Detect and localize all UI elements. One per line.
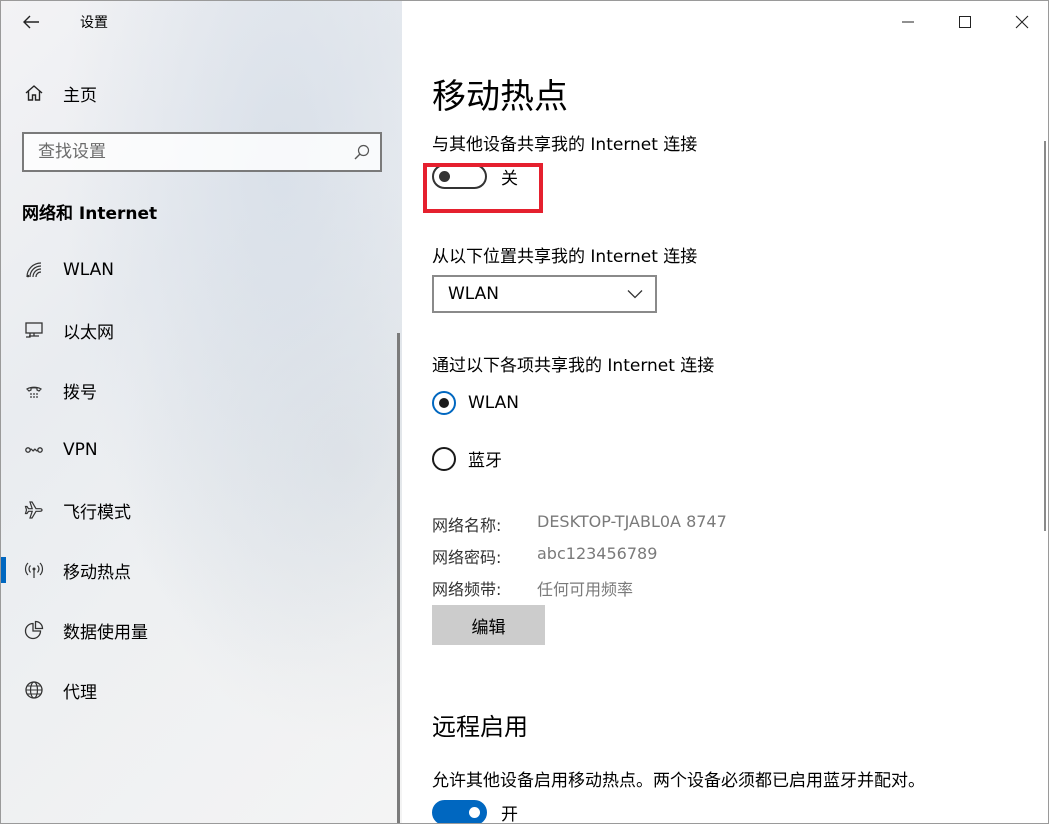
- sidebar-item-label: 数据使用量: [63, 622, 148, 643]
- main-scrollbar[interactable]: [1044, 141, 1046, 531]
- network-band-row: 网络频带: 任何可用频率: [432, 576, 633, 600]
- sidebar-item-label: WLAN: [63, 260, 115, 280]
- home-icon: [25, 85, 42, 101]
- maximize-icon: [958, 16, 971, 28]
- search-icon[interactable]: [344, 144, 380, 160]
- maximize-button[interactable]: [936, 1, 993, 43]
- sidebar-item-vpn[interactable]: VPN: [1, 420, 402, 480]
- radio-button[interactable]: [432, 391, 456, 415]
- page-title: 移动热点: [432, 77, 568, 117]
- close-icon: [1015, 15, 1028, 29]
- info-key: 网络密码:: [432, 548, 502, 567]
- share-internet-toggle[interactable]: [432, 164, 487, 189]
- share-label: 与其他设备共享我的 Internet 连接: [432, 135, 698, 155]
- share-via-label: 通过以下各项共享我的 Internet 连接: [432, 356, 715, 376]
- remote-toggle-state: 开: [501, 805, 518, 824]
- sidebar: 设置 主页 网络和 Internet WLAN 以太网 拨号: [1, 1, 402, 823]
- search-box[interactable]: [22, 132, 382, 172]
- info-value: 任何可用频率: [537, 580, 634, 599]
- info-key: 网络频带:: [432, 580, 502, 599]
- sidebar-item-airplane-mode[interactable]: 飞行模式: [1, 480, 402, 540]
- sidebar-item-label: 飞行模式: [63, 502, 131, 523]
- sidebar-item-label: 以太网: [63, 322, 114, 343]
- vpn-icon: [24, 447, 43, 453]
- toggle-knob: [439, 171, 450, 182]
- window-controls: [879, 1, 1048, 43]
- toggle-knob: [469, 807, 480, 818]
- dropdown-selected-value: WLAN: [448, 284, 500, 304]
- radio-option-bluetooth[interactable]: 蓝牙: [432, 446, 502, 471]
- sidebar-item-label: VPN: [63, 440, 98, 460]
- sidebar-item-wlan[interactable]: WLAN: [1, 240, 402, 300]
- share-from-label: 从以下位置共享我的 Internet 连接: [432, 247, 698, 267]
- share-toggle-state: 关: [501, 169, 518, 189]
- hotspot-icon: [24, 562, 43, 578]
- info-key: 网络名称:: [432, 516, 502, 535]
- sidebar-item-mobile-hotspot[interactable]: 移动热点: [1, 540, 402, 600]
- radio-label: 蓝牙: [468, 451, 502, 471]
- section-title: 网络和 Internet: [22, 204, 158, 224]
- sidebar-item-proxy[interactable]: 代理: [1, 660, 402, 720]
- airplane-icon: [24, 501, 43, 519]
- minimize-button[interactable]: [879, 1, 936, 43]
- info-value: DESKTOP-TJABL0A 8747: [537, 512, 727, 531]
- back-button[interactable]: [1, 1, 61, 43]
- dialup-icon: [25, 386, 42, 398]
- sidebar-item-label: 拨号: [63, 382, 97, 403]
- radio-button[interactable]: [432, 446, 456, 471]
- sidebar-item-ethernet[interactable]: 以太网: [1, 300, 402, 360]
- wifi-icon: [25, 262, 41, 278]
- settings-window: 设置 主页 网络和 Internet WLAN 以太网 拨号: [0, 0, 1049, 824]
- network-password-row: 网络密码: abc123456789: [432, 544, 657, 568]
- network-name-row: 网络名称: DESKTOP-TJABL0A 8747: [432, 512, 727, 536]
- info-value: abc123456789: [537, 544, 658, 563]
- ethernet-icon: [24, 322, 43, 338]
- sidebar-item-label: 移动热点: [63, 562, 131, 583]
- nav-list: WLAN 以太网 拨号 VPN 飞行模式 移动热点 数据使用量 代理: [1, 240, 402, 720]
- radio-option-wlan[interactable]: WLAN: [432, 391, 519, 415]
- edit-button[interactable]: 编辑: [432, 605, 545, 645]
- remote-enable-toggle[interactable]: [432, 800, 487, 823]
- sidebar-item-data-usage[interactable]: 数据使用量: [1, 600, 402, 660]
- minimize-icon: [901, 21, 914, 23]
- remote-toggle-row: 开: [432, 800, 518, 824]
- title-bar: 设置: [1, 1, 402, 43]
- remote-section-title: 远程启用: [432, 713, 528, 741]
- sidebar-item-label: 主页: [63, 85, 97, 106]
- app-title: 设置: [80, 15, 108, 31]
- close-button[interactable]: [993, 1, 1048, 43]
- globe-icon: [24, 681, 43, 699]
- chevron-down-icon: [627, 290, 643, 299]
- data-usage-icon: [24, 620, 43, 640]
- share-from-dropdown[interactable]: WLAN: [432, 275, 657, 313]
- remote-description: 允许其他设备启用移动热点。两个设备必须都已启用蓝牙并配对。: [432, 771, 925, 791]
- radio-label: WLAN: [468, 393, 520, 413]
- sidebar-item-dialup[interactable]: 拨号: [1, 360, 402, 420]
- search-input[interactable]: [24, 142, 344, 162]
- sidebar-scrollbar[interactable]: [397, 333, 400, 823]
- sidebar-item-label: 代理: [63, 682, 97, 703]
- share-toggle-row: 关: [432, 164, 518, 189]
- main-content: 移动热点 与其他设备共享我的 Internet 连接 关 从以下位置共享我的 I…: [402, 1, 1048, 824]
- sidebar-item-home[interactable]: 主页: [1, 73, 402, 113]
- back-arrow-icon: [23, 15, 39, 29]
